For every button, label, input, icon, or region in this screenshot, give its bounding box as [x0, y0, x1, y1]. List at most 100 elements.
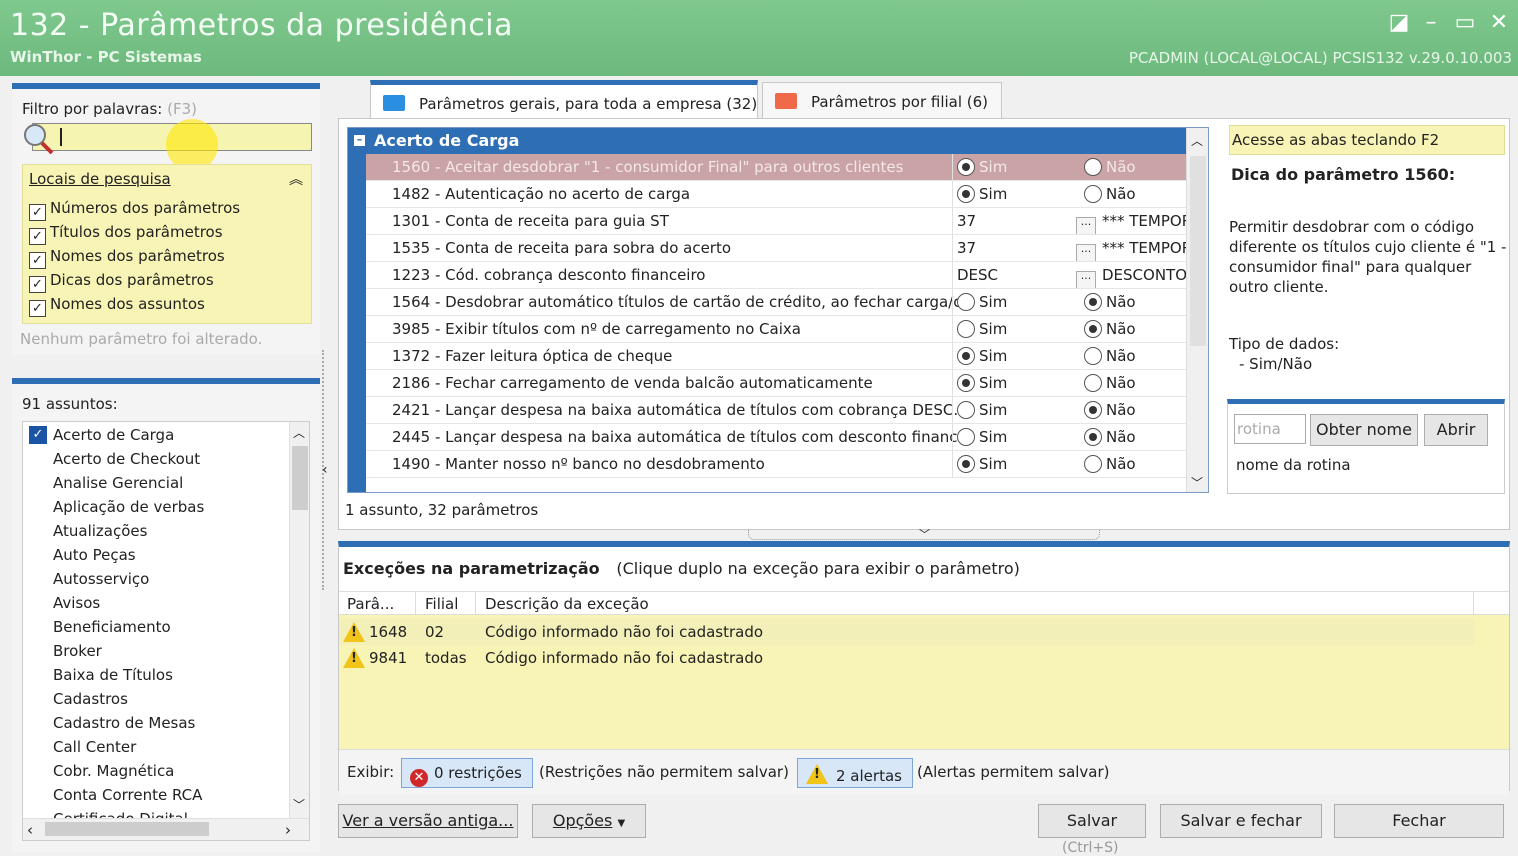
parameter-row[interactable]: 1301 - Conta de receita para guia ST 37 ··…	[366, 208, 1188, 235]
parameter-row[interactable]: 1564 - Desdobrar automático títulos de c…	[366, 289, 1188, 316]
radio-nao[interactable]: Não	[1082, 370, 1188, 396]
panel-splitter[interactable]: ‹	[322, 350, 332, 590]
subject-item[interactable]: Aplicação de verbas	[53, 498, 204, 522]
subject-item[interactable]: Avisos	[53, 594, 100, 618]
subject-item[interactable]: Beneficiamento	[53, 618, 171, 642]
minimize-icon[interactable]: –	[1418, 10, 1444, 36]
rotina-input[interactable]: rotina	[1234, 414, 1306, 444]
parameter-row[interactable]: 2186 - Fechar carregamento de venda balc…	[366, 370, 1188, 397]
subjects-list[interactable]: ✓ Acerto de Carga Acerto de Checkout Anali…	[22, 421, 310, 841]
radio-sim[interactable]: Sim	[952, 451, 1082, 477]
subject-item[interactable]: Conta Corrente RCA	[53, 786, 202, 810]
radio-icon	[1084, 293, 1102, 311]
radio-sim[interactable]: Sim	[952, 181, 1082, 207]
subject-item[interactable]: Broker	[53, 642, 102, 666]
subject-item[interactable]: Cadastros	[53, 690, 128, 714]
parameter-row[interactable]: 1560 - Aceitar desdobrar "1 - consumidor…	[366, 154, 1188, 181]
horizontal-splitter[interactable]: ﹀	[748, 528, 1100, 541]
lookup-value[interactable]: 37	[952, 235, 1082, 261]
radio-sim[interactable]: Sim	[952, 343, 1082, 369]
option-titulos[interactable]: ✓ Títulos dos parâmetros	[29, 223, 223, 245]
subject-item[interactable]: Analise Gerencial	[53, 474, 183, 498]
alertas-button[interactable]: 2 alertas	[797, 758, 913, 788]
radio-icon	[957, 455, 975, 473]
restore-icon[interactable]: ◪	[1386, 10, 1412, 36]
tab-parametros-filial[interactable]: Parâmetros por filial (6)	[762, 82, 1002, 118]
restricoes-button[interactable]: ✕ 0 restrições	[401, 758, 533, 788]
col-param[interactable]: Parâ...	[347, 595, 394, 613]
opcoes-button[interactable]: Opções ▼	[532, 804, 646, 838]
tab-parametros-gerais[interactable]: Parâmetros gerais, para toda a empresa (…	[370, 80, 758, 119]
search-locations: Locais de pesquisa ︽ ✓ Números dos parâme…	[22, 164, 312, 324]
option-numeros[interactable]: ✓ Números dos parâmetros	[29, 199, 240, 221]
obter-nome-button[interactable]: Obter nome	[1310, 414, 1418, 446]
col-filial[interactable]: Filial	[425, 595, 458, 613]
fechar-button[interactable]: Fechar	[1334, 804, 1504, 838]
parameter-name: 1482 - Autenticação no acerto de carga	[392, 185, 691, 203]
subject-item[interactable]: Call Center	[53, 738, 136, 762]
collapse-icon[interactable]: ︽	[289, 169, 303, 189]
versao-antiga-button[interactable]: Ver a versão antiga...	[338, 804, 518, 838]
radio-sim[interactable]: Sim	[952, 289, 1082, 315]
subject-item[interactable]: Cadastro de Mesas	[53, 714, 195, 738]
subject-item[interactable]: Atualizações	[53, 522, 147, 546]
parameter-name: 2421 - Lançar despesa na baixa automátic…	[392, 401, 959, 419]
hscroll-thumb[interactable]	[45, 822, 209, 836]
subject-item[interactable]: Baixa de Títulos	[53, 666, 173, 690]
subjects-scrollbar[interactable]: ︿ ﹀	[289, 422, 309, 818]
option-dicas[interactable]: ✓ Dicas dos parâmetros	[29, 271, 214, 293]
radio-nao[interactable]: Não	[1082, 451, 1188, 477]
radio-sim[interactable]: Sim	[952, 370, 1082, 396]
scroll-thumb[interactable]	[292, 446, 308, 510]
radio-sim[interactable]: Sim	[952, 424, 1082, 450]
subject-item[interactable]: Cobr. Magnética	[53, 762, 174, 786]
parameter-row[interactable]: 1482 - Autenticação no acerto de carga Si…	[366, 181, 1188, 208]
parameter-row[interactable]: 2421 - Lançar despesa na baixa automátic…	[366, 397, 1188, 424]
radio-nao[interactable]: Não	[1082, 397, 1188, 423]
option-nomes[interactable]: ✓ Nomes dos parâmetros	[29, 247, 225, 269]
lookup-value[interactable]: DESC	[952, 262, 1082, 288]
subject-item[interactable]: Acerto de Carga	[53, 426, 174, 450]
ellipsis-button[interactable]: ···	[1076, 217, 1096, 234]
maximize-icon[interactable]: ▭	[1452, 10, 1478, 36]
radio-sim[interactable]: Sim	[952, 397, 1082, 423]
grid-count: 1 assunto, 32 parâmetros	[345, 501, 539, 519]
subject-item[interactable]: Auto Peças	[53, 546, 136, 570]
parameter-row[interactable]: 2445 - Lançar despesa na baixa automátic…	[366, 424, 1188, 451]
salvar-fechar-button[interactable]: Salvar e fechar	[1160, 804, 1322, 838]
radio-nao[interactable]: Não	[1082, 343, 1188, 369]
subjects-hscrollbar[interactable]: ‹ ›	[23, 818, 309, 840]
scroll-thumb[interactable]	[1190, 156, 1206, 346]
lookup-value[interactable]: 37	[952, 208, 1082, 234]
radio-nao[interactable]: Não	[1082, 181, 1188, 207]
parameter-row[interactable]: 1223 - Cód. cobrança desconto financeiro…	[366, 262, 1188, 289]
parameter-row[interactable]: 1535 - Conta de receita para sobra do ac…	[366, 235, 1188, 262]
text-cursor	[60, 128, 62, 146]
radio-nao[interactable]: Não	[1082, 424, 1188, 450]
subject-item[interactable]: Autosserviço	[53, 570, 149, 594]
abrir-button[interactable]: Abrir	[1424, 414, 1488, 446]
option-assuntos[interactable]: ✓ Nomes dos assuntos	[29, 295, 205, 317]
parameter-row[interactable]: 3985 - Exibir títulos com nº de carregam…	[366, 316, 1188, 343]
close-icon[interactable]: ✕	[1486, 10, 1512, 36]
ellipsis-button[interactable]: ···	[1076, 271, 1096, 288]
exception-row[interactable]: 1648 02 Código informado não foi cadastr…	[339, 619, 1475, 645]
radio-nao[interactable]: Não	[1082, 316, 1188, 342]
radio-nao[interactable]: Não	[1082, 154, 1188, 180]
parameter-row[interactable]: 1372 - Fazer leitura óptica de cheque Sim…	[366, 343, 1188, 370]
exception-row[interactable]: 9841 todas Código informado não foi cada…	[339, 645, 1475, 671]
col-desc[interactable]: Descrição da exceção	[485, 595, 649, 613]
grid-scrollbar[interactable]: ︿ ﹀	[1186, 128, 1208, 492]
ellipsis-button[interactable]: ···	[1076, 244, 1096, 261]
radio-nao[interactable]: Não	[1082, 289, 1188, 315]
subject-item[interactable]: Acerto de Checkout	[53, 450, 200, 474]
group-header[interactable]: – Acerto de Carga	[348, 128, 1188, 154]
radio-sim[interactable]: Sim	[952, 154, 1082, 180]
radio-sim[interactable]: Sim	[952, 316, 1082, 342]
scroll-right-icon: ›	[285, 821, 291, 839]
dropdown-arrow-icon: ▼	[617, 818, 626, 829]
radio-icon	[1084, 428, 1102, 446]
parameter-row[interactable]: 1490 - Manter nosso nº banco no desdobra…	[366, 451, 1188, 478]
subjects-count: 91 assuntos:	[22, 395, 118, 413]
salvar-button[interactable]: Salvar	[1038, 804, 1146, 838]
